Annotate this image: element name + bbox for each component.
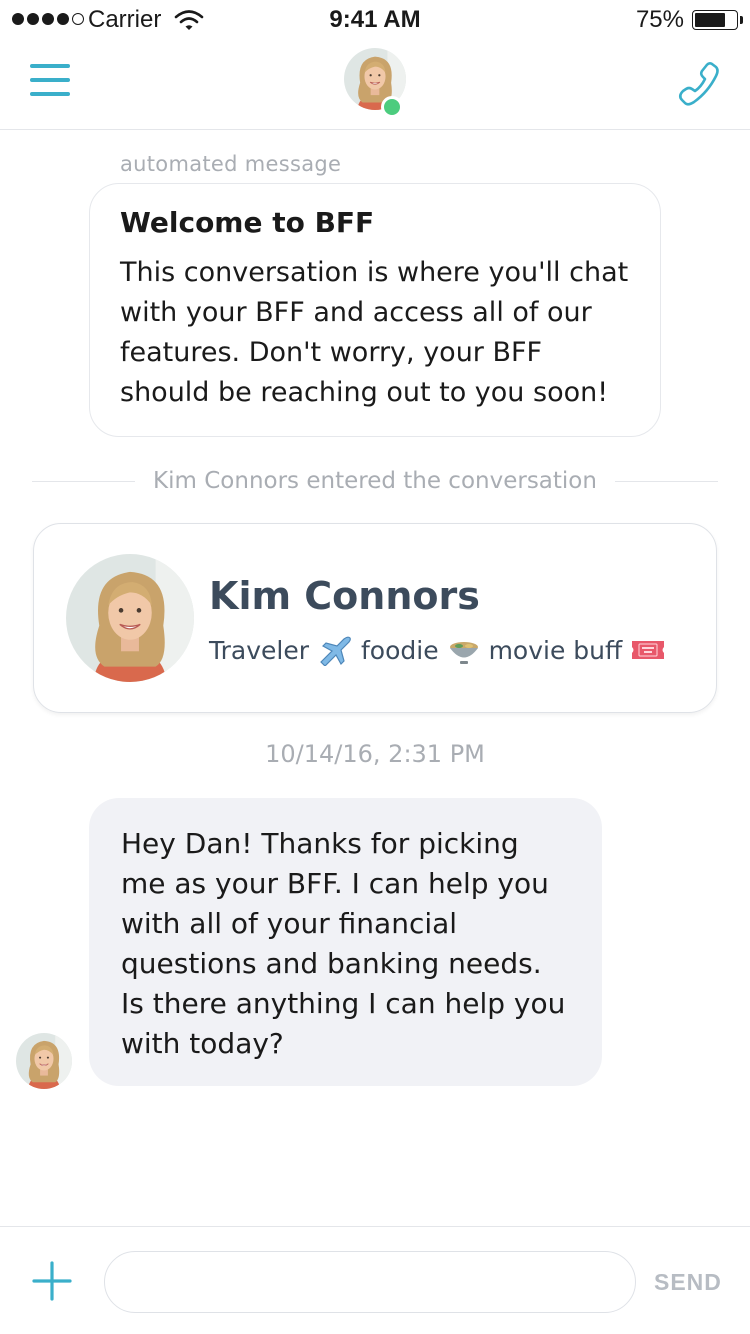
profile-tag-foodie: foodie — [360, 635, 439, 665]
profile-avatar — [66, 554, 194, 682]
message-input[interactable] — [104, 1251, 636, 1313]
plus-icon[interactable] — [30, 1259, 74, 1303]
send-button[interactable]: SEND — [654, 1269, 722, 1296]
divider-line — [614, 480, 719, 482]
online-status-indicator — [381, 96, 403, 118]
battery-percent: 75% — [635, 6, 684, 33]
welcome-title: Welcome to BFF — [120, 206, 375, 239]
nav-bar — [0, 40, 750, 130]
incoming-message-bubble: Hey Dan! Thanks for picking me as your B… — [89, 798, 602, 1086]
profile-name: Kim Connors — [209, 574, 480, 618]
profile-tagline: Traveler foodie movie buff — [209, 634, 674, 666]
advisor-profile-card[interactable]: Kim Connors Traveler foodie movie buff — [33, 523, 717, 713]
airplane-icon — [320, 636, 351, 666]
status-bar: Carrier 9:41 AM 75% — [0, 0, 750, 40]
hamburger-menu-icon[interactable] — [30, 64, 74, 100]
system-event-divider: Kim Connors entered the conversation — [32, 466, 719, 496]
automated-message-label: automated message — [120, 152, 342, 176]
system-event-text: Kim Connors entered the conversation — [153, 468, 597, 494]
battery-icon — [692, 10, 743, 30]
profile-tag-traveler: Traveler — [209, 635, 309, 665]
profile-tag-movie-buff: movie buff — [488, 635, 623, 665]
message-composer: SEND — [0, 1226, 750, 1334]
divider-line — [32, 480, 136, 482]
food-bowl-icon — [449, 642, 478, 664]
message-timestamp: 10/14/16, 2:31 PM — [265, 740, 485, 768]
battery-level-fill — [695, 13, 725, 27]
admit-one-ticket-icon — [632, 641, 665, 659]
welcome-body: This conversation is where you'll chat w… — [120, 257, 629, 408]
phone-icon[interactable] — [674, 60, 722, 108]
welcome-message-card: Welcome to BFF This conversation is wher… — [89, 183, 661, 437]
sender-avatar[interactable] — [16, 1033, 72, 1089]
